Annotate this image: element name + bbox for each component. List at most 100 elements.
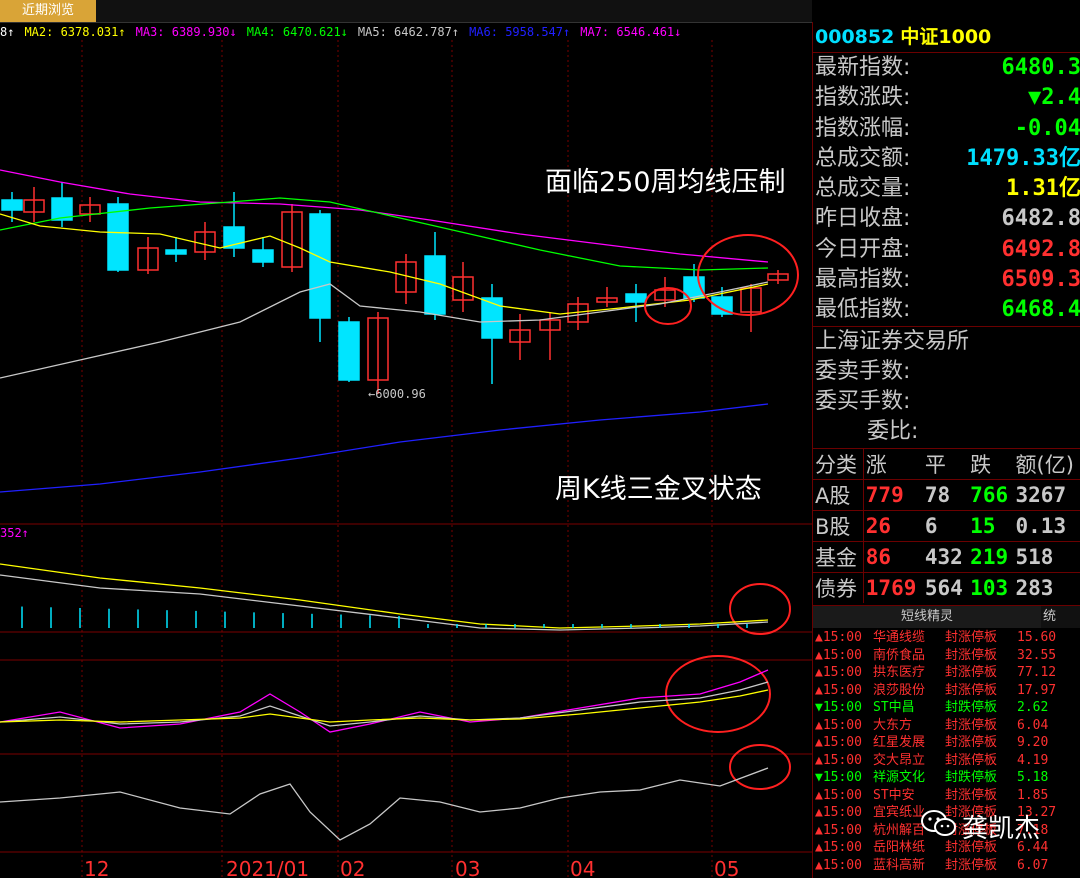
- sprite-field: 15.60: [1017, 630, 1057, 645]
- candle-body: [252, 249, 274, 263]
- sprite-field: 岳阳林纸: [873, 840, 926, 855]
- sprite-field: 1.85: [1017, 787, 1049, 803]
- candle-body: [481, 297, 503, 339]
- sprite-item[interactable]: ▲15:00 大东方 封涨停板 6.04: [813, 717, 1080, 735]
- market-stat-table: 分类涨平跌额(亿) A股 779 78 766 3267 B股 26 6 15 0.13 基金 86 43…: [813, 447, 1080, 603]
- stat-cell: 基金: [813, 540, 864, 573]
- wechat-icon: [921, 810, 956, 836]
- sprite-field: 17.97: [1017, 682, 1057, 698]
- candle-body: [1, 199, 23, 211]
- sprite-field: 4.19: [1017, 752, 1049, 768]
- order-row: 委比:: [813, 417, 1080, 447]
- rsi-line: [0, 767, 769, 841]
- sprite-field: 封涨停板: [945, 647, 998, 663]
- sprite-item[interactable]: ▲15:00 浪莎股份 封涨停板 17.97: [813, 682, 1080, 700]
- sprite-field: 封涨停板: [945, 735, 998, 750]
- order-label: 委比:: [867, 419, 919, 445]
- sprite-field: 交大昂立: [873, 752, 926, 768]
- sprite-field: ST中昌: [873, 700, 915, 715]
- stat-cell: B股: [813, 509, 864, 542]
- sprite-field: 杭州解百: [873, 822, 926, 838]
- order-label: 委卖手数:: [815, 358, 911, 384]
- sprite-field: 封跌停板: [945, 700, 998, 715]
- stat-cell: 债券: [813, 571, 864, 603]
- sprite-item[interactable]: ▼15:00 ST中昌 封跌停板 2.62: [813, 699, 1080, 717]
- quote-label: 今日开盘:: [815, 236, 911, 262]
- stat-row: 基金 86 432 219 518: [813, 540, 1080, 573]
- sprite-item[interactable]: ▲15:00 红星发展 封涨停板 9.20: [813, 734, 1080, 752]
- stat-cell: A股: [813, 478, 864, 511]
- annotation-top: 面临250周均线压制: [545, 167, 786, 198]
- sprite-item[interactable]: ▲15:00 拱东医疗 封涨停板 77.12: [813, 664, 1080, 682]
- sprite-field: 拱东医疗: [873, 665, 926, 680]
- x-axis-label: 12: [84, 857, 109, 878]
- tab-recent[interactable]: 近期浏览: [0, 0, 96, 22]
- quote-value: 6492.8: [1001, 236, 1080, 262]
- kline-chart[interactable]: ←6000.96 352↑ 12 2021/01 02 03 04 05: [0, 22, 812, 878]
- sprite-item[interactable]: ▲15:00 蓝科高新 封涨停板 6.07: [813, 857, 1080, 875]
- order-rows: 委卖手数: 委买手数: 委比:: [813, 357, 1080, 448]
- stat-cell: 564: [922, 571, 969, 603]
- sprite-field: 红星发展: [873, 735, 926, 750]
- sprite-field: 6.07: [1017, 857, 1049, 873]
- sprite-field: 华通线缆: [873, 630, 926, 645]
- quote-value: 6482.8: [1001, 206, 1080, 232]
- sprite-field: 封跌停板: [945, 770, 998, 785]
- tab-stats[interactable]: 统: [1043, 606, 1067, 628]
- stat-cell: 432: [922, 540, 969, 573]
- sprite-field: ▲15:00: [815, 805, 862, 820]
- x-axis-label: 04: [570, 857, 595, 878]
- sprite-field: 封涨停板: [945, 787, 998, 803]
- quote-panel: 000852 中证1000 最新指数: 6480.3 指数涨跌: ▼2.4 指数涨幅: -…: [812, 22, 1080, 878]
- sprite-field: ▲15:00: [815, 735, 862, 750]
- stat-row: B股 26 6 15 0.13: [813, 509, 1080, 542]
- sprite-item[interactable]: ▲15:00 交大昂立 封涨停板 4.19: [813, 752, 1080, 770]
- stat-cell: 0.13: [1013, 509, 1080, 542]
- quote-value: 1.31亿: [1006, 176, 1080, 202]
- candle-body: [625, 293, 647, 303]
- quote-label: 总成交量:: [815, 176, 911, 202]
- candle-body: [107, 203, 129, 271]
- sprite-field: 祥源文化: [873, 770, 926, 785]
- stat-header: 额(亿): [1013, 447, 1080, 480]
- tab-bar: 近期浏览: [0, 0, 812, 23]
- candle-body: [165, 249, 187, 255]
- quote-value: ▼2.4: [1028, 85, 1080, 111]
- macd-dif-line: [0, 574, 769, 631]
- sprite-field: 封涨停板: [945, 752, 998, 768]
- sprite-field: 2.62: [1017, 700, 1049, 715]
- quote-value: 1479.33亿: [966, 145, 1080, 171]
- sprite-item[interactable]: ▼15:00 祥源文化 封跌停板 5.18: [813, 769, 1080, 787]
- stat-cell: 219: [968, 540, 1014, 573]
- sprite-item[interactable]: ▲15:00 南侨食品 封涨停板 32.55: [813, 647, 1080, 665]
- quote-row: 最低指数: 6468.4: [813, 295, 1080, 325]
- quote-row: 总成交额: 1479.33亿: [813, 144, 1080, 174]
- x-axis-label: 03: [455, 857, 480, 878]
- annotation-middle: 周K线三金叉状态: [555, 474, 762, 505]
- sprite-field: ▲15:00: [815, 647, 862, 663]
- order-row: 委买手数:: [813, 387, 1080, 417]
- stock-code: 000852: [815, 26, 895, 48]
- quote-row: 今日开盘: 6492.8: [813, 235, 1080, 265]
- stat-cell: 103: [968, 571, 1014, 603]
- sprite-field: ▲15:00: [815, 630, 862, 645]
- sprite-field: ▲15:00: [815, 752, 862, 768]
- quote-row: 总成交量: 1.31亿: [813, 174, 1080, 204]
- order-label: 委买手数:: [815, 388, 911, 414]
- sprite-field: ▲15:00: [815, 682, 862, 698]
- x-axis-label: 05: [714, 857, 739, 878]
- sprite-item[interactable]: ▲15:00 ST中安 封涨停板 1.85: [813, 787, 1080, 805]
- highlight-circle: [729, 583, 791, 635]
- stat-cell: 283: [1013, 571, 1080, 603]
- sprite-field: 5.18: [1017, 770, 1049, 785]
- quote-label: 指数涨幅:: [815, 115, 911, 141]
- quote-label: 指数涨跌:: [815, 85, 911, 111]
- stat-header: 涨: [863, 447, 923, 480]
- tab-short-sprite[interactable]: 短线精灵: [813, 606, 1041, 628]
- highlight-circle: [697, 234, 799, 316]
- sprite-item[interactable]: ▲15:00 华通线缆 封涨停板 15.60: [813, 629, 1080, 647]
- stat-cell: 766: [968, 478, 1014, 511]
- stock-name: 中证1000: [900, 26, 992, 48]
- ma5-line: [0, 281, 769, 379]
- stat-cell: 78: [922, 478, 969, 511]
